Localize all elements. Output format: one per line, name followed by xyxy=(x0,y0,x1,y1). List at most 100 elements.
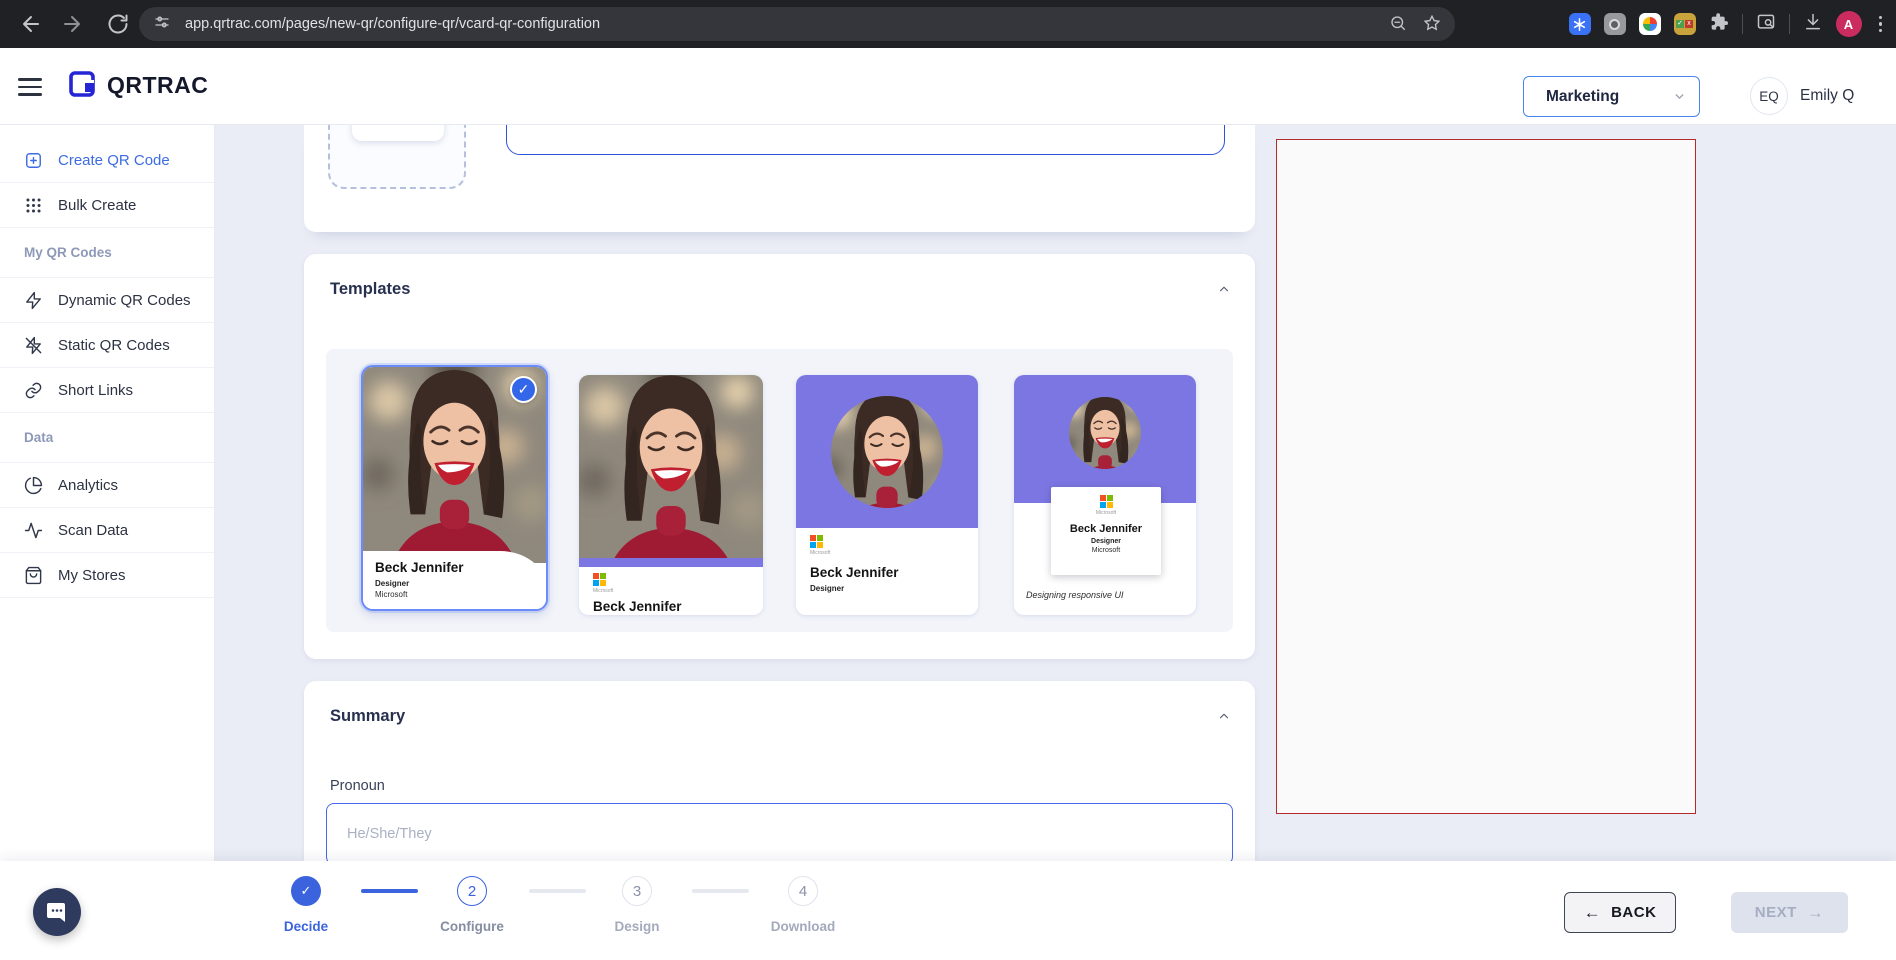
sidebar-item-bulk-create[interactable]: Bulk Create xyxy=(0,183,214,228)
step-4-download[interactable]: 4 xyxy=(788,876,818,906)
extension-blue-icon[interactable] xyxy=(1569,13,1591,35)
portrait-photo xyxy=(579,375,763,558)
workspace-value: Marketing xyxy=(1546,88,1619,106)
templates-title: Templates xyxy=(330,280,410,299)
browser-reload-icon[interactable] xyxy=(106,12,130,36)
step-label-design: Design xyxy=(577,919,697,934)
site-settings-icon[interactable] xyxy=(153,13,171,36)
template-name: Beck Jennifer xyxy=(810,565,978,580)
main-content: Templates Beck Jennifer Designer Microso… xyxy=(216,125,1896,861)
sidebar-item-label: Dynamic QR Codes xyxy=(58,292,191,309)
address-bar[interactable]: app.qrtrac.com/pages/new-qr/configure-qr… xyxy=(139,7,1455,41)
pronoun-input[interactable] xyxy=(326,803,1233,861)
summary-card: Summary Pronoun xyxy=(304,681,1255,861)
sidebar-item-short-links[interactable]: Short Links xyxy=(0,368,214,413)
downloads-icon[interactable] xyxy=(1803,12,1823,37)
step-1-decide[interactable]: ✓ xyxy=(291,876,321,906)
template-card-3[interactable]: Microsoft Beck Jennifer Designer xyxy=(796,375,978,615)
step-2-configure[interactable]: 2 xyxy=(457,876,487,906)
app-header: QRTRAC Marketing EQ Emily Q xyxy=(0,48,1896,125)
template-3-info: Microsoft Beck Jennifer Designer xyxy=(796,528,978,615)
sidebar-item-analytics[interactable]: Analytics xyxy=(0,463,214,508)
activity-icon xyxy=(24,521,43,540)
upload-thumbnail xyxy=(352,125,444,141)
zoom-out-icon[interactable] xyxy=(1389,14,1409,34)
summary-title: Summary xyxy=(330,707,405,726)
extension-photos-icon[interactable] xyxy=(1639,13,1661,35)
user-avatar[interactable]: EQ xyxy=(1750,77,1788,115)
next-button-label: NEXT xyxy=(1755,904,1797,921)
pronoun-label: Pronoun xyxy=(330,778,385,794)
summary-collapse-icon[interactable] xyxy=(1217,709,1233,725)
back-button[interactable]: ← BACK xyxy=(1564,892,1676,933)
link-icon xyxy=(24,381,43,400)
step-connector-done xyxy=(361,889,418,893)
text-field-partial[interactable] xyxy=(506,125,1225,155)
sidebar-item-scan-data[interactable]: Scan Data xyxy=(0,508,214,553)
template-company: Microsoft xyxy=(1092,547,1120,554)
extensions-puzzle-icon[interactable] xyxy=(1709,12,1729,37)
chat-bubble-icon xyxy=(45,900,69,924)
step-label-configure: Configure xyxy=(412,919,532,934)
sidebar-item-my-stores[interactable]: My Stores xyxy=(0,553,214,598)
sidebar-item-label: Short Links xyxy=(58,382,133,399)
sidebar-item-label: My Stores xyxy=(58,567,126,584)
template-card-2[interactable]: Microsoft Beck Jennifer xyxy=(579,375,763,615)
sidebar-item-label: Static QR Codes xyxy=(58,337,170,354)
back-arrow-icon: ← xyxy=(1584,903,1602,923)
workspace-select[interactable]: Marketing xyxy=(1523,76,1700,117)
template-card-1-selected[interactable]: Beck Jennifer Designer Microsoft ✓ xyxy=(361,365,548,611)
reading-mode-icon[interactable] xyxy=(1756,12,1776,37)
templates-collapse-icon[interactable] xyxy=(1217,282,1233,298)
step-connector xyxy=(692,889,749,893)
sidebar-item-label: Create QR Code xyxy=(58,152,170,169)
extension-sheets-icon[interactable]: ✓x xyxy=(1674,13,1696,35)
template-company: Microsoft xyxy=(375,590,546,599)
sidebar-section-my-qr-codes: My QR Codes xyxy=(0,228,214,278)
qrtrac-logo-icon xyxy=(68,70,98,100)
template-2-info: Microsoft Beck Jennifer xyxy=(579,567,763,615)
microsoft-logo-icon xyxy=(1100,495,1113,508)
portrait-photo-circle xyxy=(1069,397,1141,469)
sidebar-item-label: Scan Data xyxy=(58,522,128,539)
hamburger-menu-icon[interactable] xyxy=(18,78,42,96)
sidebar-item-static-qr-codes[interactable]: Static QR Codes xyxy=(0,323,214,368)
accent-strip xyxy=(579,558,763,567)
bookmark-star-icon[interactable] xyxy=(1423,14,1443,34)
next-button[interactable]: NEXT → xyxy=(1731,892,1848,933)
microsoft-logo-icon xyxy=(810,535,978,548)
template-role: Designer xyxy=(810,584,978,593)
chevron-down-icon xyxy=(1673,90,1686,103)
next-arrow-icon: → xyxy=(1807,903,1825,923)
image-upload-dropzone[interactable] xyxy=(328,125,466,189)
step-3-design[interactable]: 3 xyxy=(622,876,652,906)
browser-chrome: app.qrtrac.com/pages/new-qr/configure-qr… xyxy=(0,0,1896,48)
sidebar-item-label: Bulk Create xyxy=(58,197,136,214)
browser-menu-icon[interactable] xyxy=(1875,16,1887,33)
scrolled-card-partial xyxy=(304,125,1255,232)
browser-profile-avatar[interactable]: A xyxy=(1836,11,1862,37)
sidebar-item-create-qr-code[interactable]: Create QR Code xyxy=(0,138,214,183)
lightning-off-icon xyxy=(24,336,43,355)
wizard-footer: ✓ 2 3 4 Decide Configure Design Download… xyxy=(0,861,1896,960)
template-4-info-card: Microsoft Beck Jennifer Designer Microso… xyxy=(1051,487,1161,575)
template-card-4[interactable]: Microsoft Beck Jennifer Designer Microso… xyxy=(1014,375,1196,615)
sidebar-item-dynamic-qr-codes[interactable]: Dynamic QR Codes xyxy=(0,278,214,323)
brand-name: QRTRAC xyxy=(107,72,208,99)
pie-chart-icon xyxy=(24,476,43,495)
browser-forward-icon[interactable] xyxy=(60,12,84,36)
chat-widget-button[interactable] xyxy=(33,888,81,936)
logo-caption: Microsoft xyxy=(1096,510,1116,516)
logo-caption: Microsoft xyxy=(810,550,978,556)
browser-back-icon[interactable] xyxy=(19,12,43,36)
brand-logo[interactable]: QRTRAC xyxy=(68,70,208,100)
templates-card: Templates Beck Jennifer Designer Microso… xyxy=(304,254,1255,659)
microsoft-logo-icon xyxy=(593,573,763,586)
user-name[interactable]: Emily Q xyxy=(1800,87,1854,105)
templates-panel: Beck Jennifer Designer Microsoft ✓ Micro… xyxy=(326,349,1233,632)
preview-panel xyxy=(1276,139,1696,814)
extension-camera-icon[interactable] xyxy=(1604,13,1626,35)
step-label-download: Download xyxy=(743,919,863,934)
selected-check-icon: ✓ xyxy=(510,376,537,403)
logo-caption: Microsoft xyxy=(593,588,763,594)
